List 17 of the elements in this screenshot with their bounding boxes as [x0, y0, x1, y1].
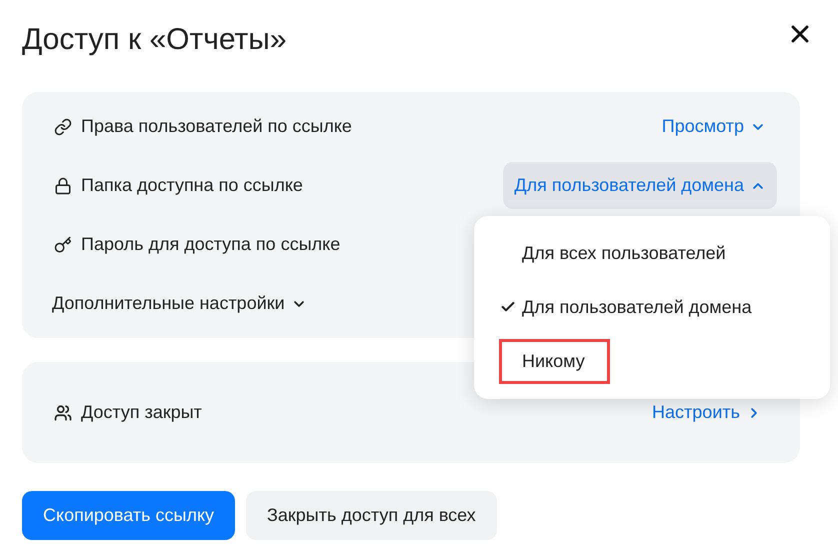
copy-link-button[interactable]: Скопировать ссылку: [22, 491, 236, 540]
lock-icon: [54, 176, 72, 194]
key-icon: [54, 236, 72, 254]
configure-link[interactable]: Настроить: [652, 402, 762, 423]
advanced-settings-toggle[interactable]: Дополнительные настройки: [52, 293, 307, 314]
link-icon: [54, 118, 72, 136]
menu-option[interactable]: Для пользователей домена: [474, 280, 830, 334]
setting-label: Пароль для доступа по ссылке: [81, 234, 340, 255]
setting-label: Папка доступна по ссылке: [81, 175, 303, 196]
users-icon: [54, 404, 72, 422]
setting-label: Права пользователей по ссылке: [81, 116, 352, 137]
menu-option[interactable]: Никому: [474, 334, 830, 388]
access-status: Доступ закрыт: [81, 402, 202, 423]
close-access-button[interactable]: Закрыть доступ для всех: [246, 491, 497, 540]
value-dropdown[interactable]: Просмотр: [662, 116, 766, 137]
dialog-title: Доступ к «Отчеты»: [22, 22, 287, 58]
menu-option[interactable]: Для всех пользователей: [474, 226, 830, 280]
